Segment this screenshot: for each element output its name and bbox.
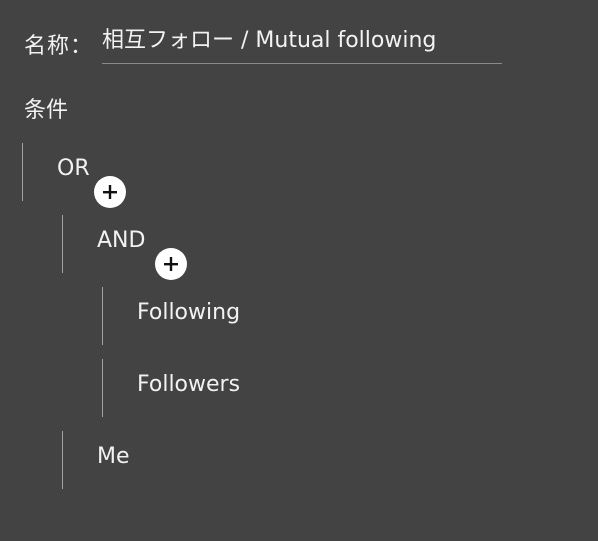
or-add-button[interactable]	[94, 176, 126, 208]
me-node-indent-bar	[62, 431, 63, 489]
plus-circle-icon	[164, 257, 178, 271]
rule-name-label: 名称：	[24, 34, 94, 59]
followers-node-indent-bar	[102, 359, 103, 417]
rule-name-row: 名称：	[24, 18, 502, 66]
conditions-heading: 条件	[24, 98, 69, 123]
plus-circle-icon	[103, 185, 117, 199]
me-node-label[interactable]: Me	[97, 444, 130, 470]
following-node-label[interactable]: Following	[137, 300, 240, 326]
rule-name-input[interactable]	[102, 18, 502, 64]
or-node-indent-bar	[22, 143, 23, 201]
followers-node-label[interactable]: Followers	[137, 372, 240, 398]
and-add-button[interactable]	[155, 248, 187, 280]
or-node-label[interactable]: OR	[57, 156, 90, 182]
and-node-label[interactable]: AND	[97, 228, 145, 254]
and-node-indent-bar	[62, 215, 63, 273]
following-node-indent-bar	[102, 287, 103, 345]
